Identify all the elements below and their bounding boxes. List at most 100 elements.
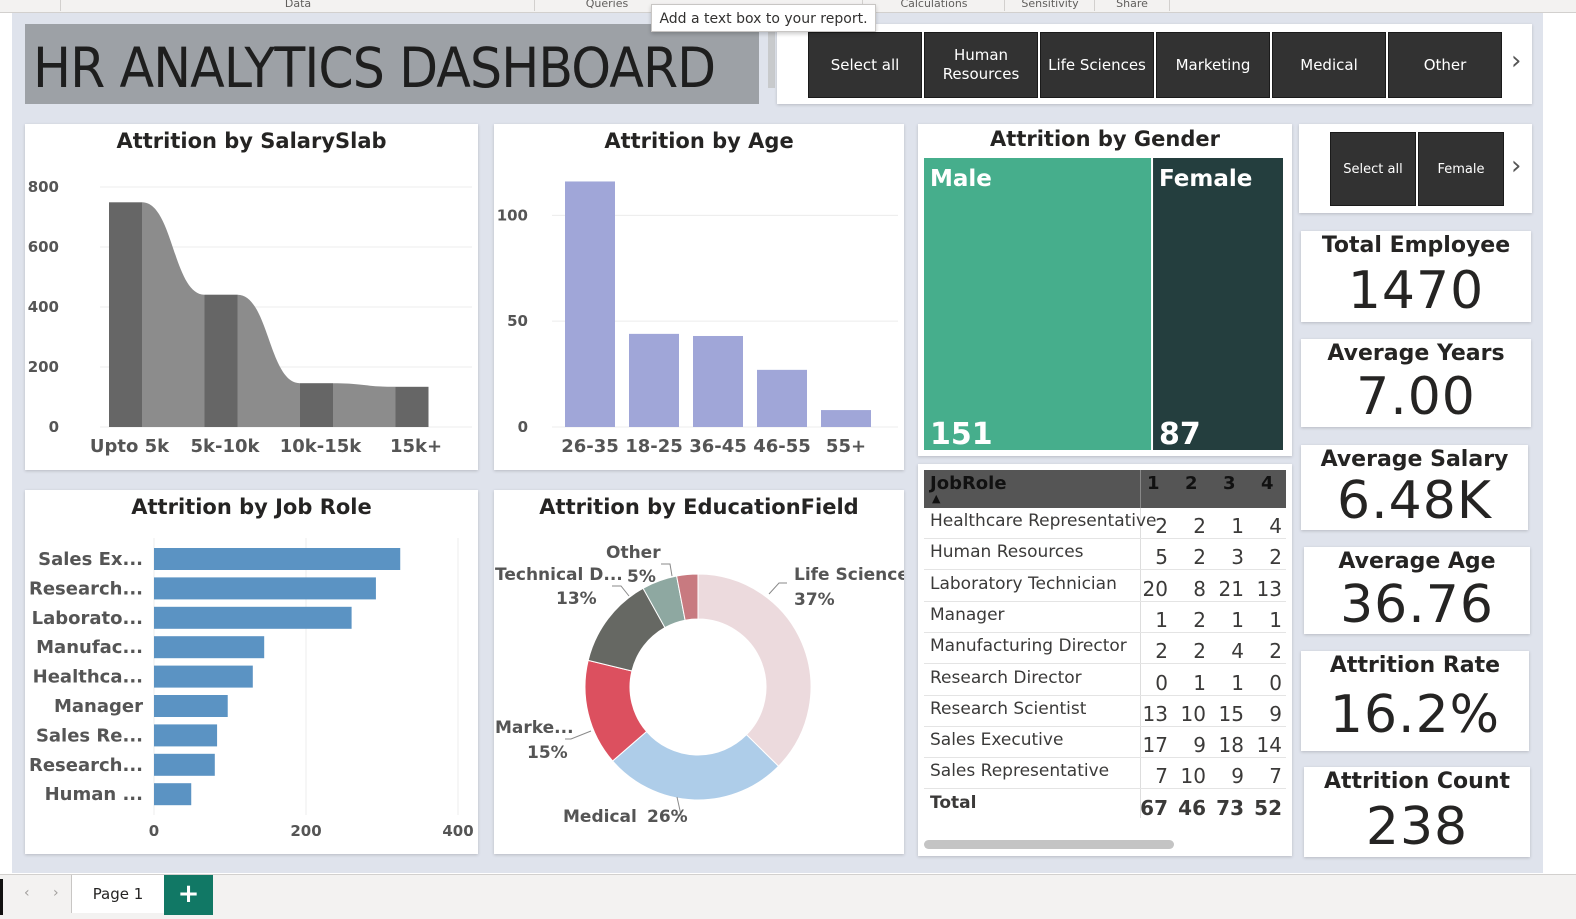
kpi-average-salary[interactable]: Average Salary 6.48K [1301,445,1528,531]
y-tick-label: Manager [54,696,143,717]
age-chart-svg: 0 50 100 26-35 18-25 36-45 46-55 55+ [497,181,898,457]
matrix-horizontal-scrollbar[interactable] [924,840,1174,849]
slicer-human-resources-button[interactable]: Human Resources [924,32,1038,98]
matrix-cell: 2 [1193,607,1206,632]
matrix-cell: 2 [1193,639,1206,664]
x-tick-label: 200 [290,822,321,840]
matrix-row[interactable]: Healthcare Representative 2 2 1 4 [924,507,1286,539]
kpi-label: Attrition Rate [1329,653,1501,678]
matrix-row[interactable]: Research Director 0 1 1 0 [924,664,1286,696]
ribbon-band [142,202,205,427]
age-chart-card[interactable]: Attrition by Age 0 50 100 26-35 18-25 36-45 46… [494,124,904,470]
ribbon-tab-calculations[interactable]: Calculations [862,0,1005,11]
matrix-row[interactable]: Manager 1 2 1 1 [924,601,1286,633]
gender-chart-card[interactable]: Attrition by Gender Male 151 Female 87 [918,124,1292,456]
kpi-average-age[interactable]: Average Age 36.76 [1304,547,1530,635]
treemap-tile [1153,158,1283,450]
gender-select-all-button[interactable]: Select all [1330,132,1416,206]
job-role-chart-card[interactable]: Attrition by Job Role 0 200 400 Sales Ex...… [25,490,478,854]
tab-page-1[interactable]: Page 1 [71,875,165,913]
x-tick-label: 26-35 [561,436,619,457]
matrix-row[interactable]: Sales Representative 7 10 9 7 [924,757,1286,790]
slicer-marketing-button[interactable]: Marketing [1156,32,1270,98]
jobrole-matrix[interactable]: JobRole ▲ 1 2 3 4 Healthcare Representat… [918,464,1292,856]
matrix-header-col2[interactable]: 2 [1185,473,1198,494]
education-field-chart-card[interactable]: Attrition by EducationField Life Science… [494,490,904,854]
matrix-row-label: Laboratory Technician [930,573,1117,594]
kpi-attrition-rate[interactable]: Attrition Rate 16.2% [1301,651,1529,751]
callout-name: Medical [563,807,637,827]
matrix-row[interactable]: Research Scientist 13 10 15 9 [924,695,1286,727]
salary-chart-svg: 0 200 400 600 800 Upto 5k 5k-10k 10k-15k 15k+ [28,178,472,457]
callout-line [661,563,673,577]
slicer-medical-button[interactable]: Medical [1272,32,1386,98]
dashboard-title: HR ANALYTICS DASHBOARD [33,36,716,100]
matrix-row[interactable]: Human Resources 5 2 3 2 [924,538,1286,571]
matrix-cell: 52 [1254,795,1282,820]
matrix-cell: 21 [1218,576,1244,601]
y-tick-label: Healthca... [33,667,143,688]
bar [629,333,679,427]
matrix-header-col3[interactable]: 3 [1223,473,1236,494]
kpi-attrition-count[interactable]: Attrition Count 238 [1304,767,1530,857]
ribbon-tab-data[interactable]: Data [60,0,535,11]
kpi-total-employee[interactable]: Total Employee 1470 [1301,231,1531,322]
dashboard-title-box[interactable]: HR ANALYTICS DASHBOARD [25,24,775,104]
matrix-cell: 10 [1180,764,1206,789]
chevron-left-icon[interactable]: ‹ [24,885,30,901]
matrix-header-col4[interactable]: 4 [1261,473,1274,494]
x-tick-label: 18-25 [625,436,683,457]
matrix-cell: 1 [1193,670,1206,695]
kpi-label: Average Age [1338,549,1496,574]
y-tick-label: Research... [29,755,143,776]
matrix-row[interactable]: Sales Executive 17 9 18 14 [924,726,1286,759]
y-tick-label: Laborato... [32,608,143,629]
x-tick-label: 46-55 [753,436,811,457]
chevron-right-icon[interactable]: › [1511,46,1521,76]
y-tick-label: Sales Re... [36,725,143,746]
matrix-cell: 73 [1216,795,1244,820]
bar [154,548,401,570]
kpi-average-years[interactable]: Average Years 7.00 [1301,339,1531,427]
matrix-cell: 4 [1231,639,1244,664]
chevron-right-icon[interactable]: › [1511,151,1521,181]
treemap-tile [924,158,1152,450]
x-tick-label: 10k-15k [280,436,363,457]
ribbon-tab-sensitivity[interactable]: Sensitivity [1004,0,1095,11]
chevron-right-icon[interactable]: › [53,885,59,901]
slicer-life-sciences-button[interactable]: Life Sciences [1040,32,1154,98]
y-tick-label: 800 [28,178,59,196]
kpi-label: Total Employee [1321,233,1511,258]
matrix-cell: 9 [1269,701,1282,726]
kpi-value: 16.2% [1329,685,1501,745]
sort-ascending-icon[interactable]: ▲ [932,492,940,505]
matrix-cell: 1 [1231,670,1244,695]
slicer-select-all-button[interactable]: Select all [808,32,922,98]
matrix-cell: 20 [1142,576,1168,601]
y-tick-label: Research... [29,578,143,599]
bar [693,335,743,427]
add-page-button[interactable]: + [164,875,213,915]
slicer-other-button[interactable]: Other [1388,32,1502,98]
matrix-total-row[interactable]: Total 67 46 73 52 [924,789,1286,820]
y-tick-label: 600 [28,238,59,256]
matrix-cell: 13 [1256,576,1282,601]
matrix-row-label: Healthcare Representative [930,511,1157,531]
kpi-label: Attrition Count [1323,769,1511,794]
matrix-cell: 1 [1231,607,1244,632]
kpi-value: 6.48K [1337,471,1492,531]
matrix-header-col1[interactable]: 1 [1147,473,1160,494]
bar [395,386,429,427]
title-scrollbar[interactable] [768,32,775,88]
matrix-header-jobrole[interactable]: JobRole [930,473,1007,494]
callout-pct: 37% [794,590,835,610]
matrix-row[interactable]: Manufacturing Director 2 2 4 2 [924,632,1286,665]
matrix-row[interactable]: Laboratory Technician 20 8 21 13 [924,570,1286,602]
gender-female-button[interactable]: Female [1418,132,1504,206]
salary-slab-chart-card[interactable]: Attrition by SalarySlab 0 200 400 600 800 Upt… [25,124,478,470]
matrix-cell: 15 [1218,701,1244,726]
tooltip: Add a text box to your report. [651,4,876,32]
y-tick-label: Human ... [45,784,143,805]
ribbon-tab-share[interactable]: Share [1094,0,1170,11]
x-tick-label: 36-45 [689,436,747,457]
